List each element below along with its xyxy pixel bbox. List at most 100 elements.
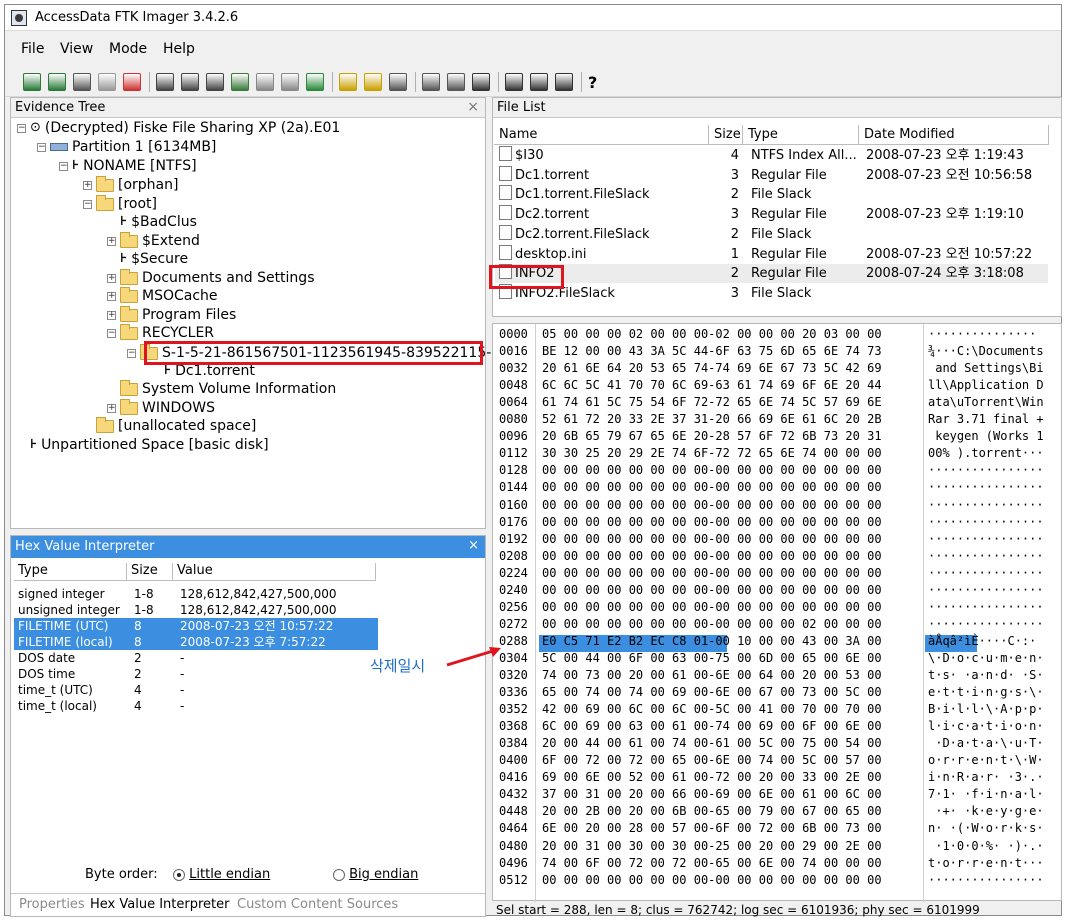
tab-custom-content-sources[interactable]: Custom Content Sources [237,897,398,912]
hex-line[interactable]: 0352 42 00 69 00 6C 00 6C 00-5C 00 41 00 … [495,701,1061,718]
column-size[interactable]: Size [127,563,173,581]
hex-line[interactable]: 0384 20 00 44 00 61 00 74 00-61 00 5C 00 … [495,735,1061,752]
hex-line[interactable]: 0240 00 00 00 00 00 00 00 00-00 00 00 00 … [495,582,1061,599]
add-evidence-icon[interactable] [23,73,41,91]
file-row[interactable]: INFO2 2 Regular File 2008-07-24 오후 3:18:08 [495,264,1048,284]
file-row[interactable]: Dc2.torrent 3 Regular File 2008-07-23 오후 1:… [495,205,1048,224]
show-file-content-text-icon[interactable] [530,73,548,91]
hex-line[interactable]: 0480 20 00 31 00 30 00 30 00-25 00 20 00 … [495,838,1061,855]
big-endian-radio[interactable]: Big endian [333,867,418,882]
hex-line[interactable]: 0320 74 00 73 00 20 00 61 00-6E 00 64 00 … [495,667,1061,684]
tree-node[interactable]: + Documents and Settings [107,268,314,287]
tree-node[interactable]: − Partition 1 [6134MB] [37,138,216,156]
column-date-modified[interactable]: Date Modified [859,125,1049,145]
hex-line[interactable]: 0080 52 61 72 20 33 2E 37 31-20 66 69 6E … [495,411,1061,428]
expand-icon[interactable]: + [107,273,116,283]
hex-line[interactable]: 0176 00 00 00 00 00 00 00 00-00 00 00 00 … [495,514,1061,531]
export-logical-image-icon[interactable] [206,73,224,91]
hex-line[interactable]: 0000 05 00 00 00 02 00 00 00-02 00 00 00 … [495,326,1061,343]
file-row[interactable]: Dc1.torrent 3 Regular File 2008-07-23 오전 10… [495,165,1048,185]
hex-line[interactable]: 0288 E0 C5 71 E2 B2 EC C8 01-00 10 00 00 … [495,633,1061,650]
help-icon[interactable]: ? [588,73,606,92]
hex-line[interactable]: 0112 30 30 25 20 29 2E 74 6F-72 72 65 6E … [495,445,1061,462]
obtain-protected-files-icon[interactable] [364,73,382,91]
add-all-evidence-icon[interactable] [48,73,66,91]
hex-line[interactable]: 0016 BE 12 00 00 43 3A 5C 44-6F 63 75 6D … [495,343,1061,360]
interpreter-row[interactable]: FILETIME (UTC) 8 2008-07-23 오전 10:57:22 [14,618,378,634]
tree-node[interactable]: System Volume Information [107,379,336,398]
hex-line[interactable]: 0496 74 00 6F 00 72 00 72 00-65 00 6E 00 … [495,855,1061,872]
close-icon[interactable]: × [467,99,479,115]
export-files-icon[interactable] [422,73,440,91]
hex-line[interactable]: 0256 00 00 00 00 00 00 00 00-00 00 00 00 … [495,599,1061,616]
hex-line[interactable]: 0160 00 00 00 00 00 00 00 00-00 00 00 00 … [495,497,1061,514]
interpreter-row[interactable]: time_t (UTC) 4 - [14,682,378,698]
show-file-content-auto-icon[interactable] [505,73,523,91]
tree-node[interactable]: + $Extend [107,231,200,250]
export-file-hash-list-icon[interactable] [447,73,465,91]
hex-line[interactable]: 0144 00 00 00 00 00 00 00 00-00 00 00 00 … [495,479,1061,496]
hex-line[interactable]: 0400 6F 00 72 00 72 00 65 00-6E 00 74 00 … [495,752,1061,769]
hex-line[interactable]: 0304 5C 00 44 00 6F 00 63 00-75 00 6D 00 … [495,650,1061,667]
collapse-icon[interactable]: − [37,142,46,152]
hex-line[interactable]: 0048 6C 6C 5C 41 70 70 6C 69-63 61 74 69 … [495,377,1061,394]
tab-hex-value-interpreter[interactable]: Hex Value Interpreter [90,897,230,912]
tree-node[interactable]: ⊦ Unpartitioned Space [basic disk] [17,436,269,454]
tree-node[interactable]: + [orphan] [83,175,178,194]
interpreter-row[interactable]: signed integer 1-8 128,612,842,427,500,000 [14,586,378,602]
menu-help[interactable]: Help [163,41,195,57]
hex-line[interactable]: 0432 37 00 31 00 20 00 66 00-69 00 6E 00 … [495,786,1061,803]
interpreter-row[interactable]: time_t (local) 4 - [14,698,378,714]
hex-line[interactable]: 0128 00 00 00 00 00 00 00 00-00 00 00 00 … [495,462,1061,479]
tree-node[interactable]: + Program Files [107,305,236,324]
tree-node[interactable]: − ⊙ (Decrypted) Fiske File Sharing XP (2a)… [17,119,340,137]
file-row[interactable]: $I30 4 NTFS Index All... 2008-07-23 오후 1:19… [495,146,1048,165]
hex-line[interactable]: 0208 00 00 00 00 00 00 00 00-00 00 00 00 … [495,548,1061,565]
hex-line[interactable]: 0064 61 74 61 5C 75 54 6F 72-72 65 6E 74 … [495,394,1061,411]
hex-line[interactable]: 0512 00 00 00 00 00 00 00 00-00 00 00 00 … [495,872,1061,889]
tab-properties[interactable]: Properties [19,897,85,912]
create-disk-image-icon[interactable] [156,73,174,91]
column-type[interactable]: Type [743,125,859,145]
export-disk-image-icon[interactable] [181,73,199,91]
column-value[interactable]: Value [173,563,376,581]
expand-icon[interactable]: + [107,236,116,246]
hex-line[interactable]: 0096 20 6B 65 79 67 65 6E 20-28 57 6F 72 … [495,428,1061,445]
hex-line[interactable]: 0464 6E 00 20 00 28 00 57 00-6F 00 72 00 … [495,820,1061,837]
tree-node[interactable]: + MSOCache [107,286,218,305]
add-to-custom-content-icon[interactable] [231,73,249,91]
column-name[interactable]: Name [494,125,709,145]
collapse-icon[interactable]: − [107,328,116,338]
hex-line[interactable]: 0192 00 00 00 00 00 00 00 00-00 00 00 00 … [495,531,1061,548]
image-mounting-icon[interactable] [73,73,91,91]
tree-node[interactable]: − RECYCLER [107,323,214,342]
tree-node[interactable]: ⊦ $Secure [107,250,188,268]
collapse-icon[interactable]: − [83,199,92,209]
hex-line[interactable]: 0272 00 00 00 00 00 00 00 00-00 00 00 00 … [495,616,1061,633]
hex-line[interactable]: 0224 00 00 00 00 00 00 00 00-00 00 00 00 … [495,565,1061,582]
interpreter-row[interactable]: unsigned integer 1-8 128,612,842,427,500,0… [14,602,378,618]
show-file-content-hex-icon[interactable] [555,73,573,91]
collapse-icon[interactable]: − [59,161,68,171]
expand-icon[interactable]: + [107,403,116,413]
remove-all-evidence-icon[interactable] [123,73,141,91]
expand-icon[interactable]: + [107,291,116,301]
hex-line[interactable]: 0448 20 00 2B 00 20 00 6B 00-65 00 79 00 … [495,803,1061,820]
close-icon[interactable]: × [468,538,479,553]
expand-icon[interactable]: + [107,310,116,320]
capture-memory-icon[interactable] [339,73,357,91]
menu-file[interactable]: File [21,41,44,57]
menu-mode[interactable]: Mode [109,41,147,57]
interpreter-row[interactable]: FILETIME (local) 8 2008-07-23 오후 7:57:22 [14,634,378,650]
interpreter-row[interactable]: DOS date 2 - [14,650,378,666]
column-type[interactable]: Type [14,563,127,581]
collapse-icon[interactable]: − [17,123,26,133]
file-row[interactable]: INFO2.FileSlack 3 File Slack [495,283,1048,303]
file-row[interactable]: desktop.ini 1 Regular File 2008-07-23 오전 10… [495,244,1048,264]
column-size[interactable]: Size [709,125,743,145]
hex-line[interactable]: 0336 65 00 74 00 74 00 69 00-6E 00 67 00 … [495,684,1061,701]
remove-evidence-icon[interactable] [98,73,116,91]
collapse-icon[interactable]: − [127,348,136,358]
tree-node[interactable]: + WINDOWS [107,398,215,417]
tree-node[interactable]: [unallocated space] [83,416,256,435]
